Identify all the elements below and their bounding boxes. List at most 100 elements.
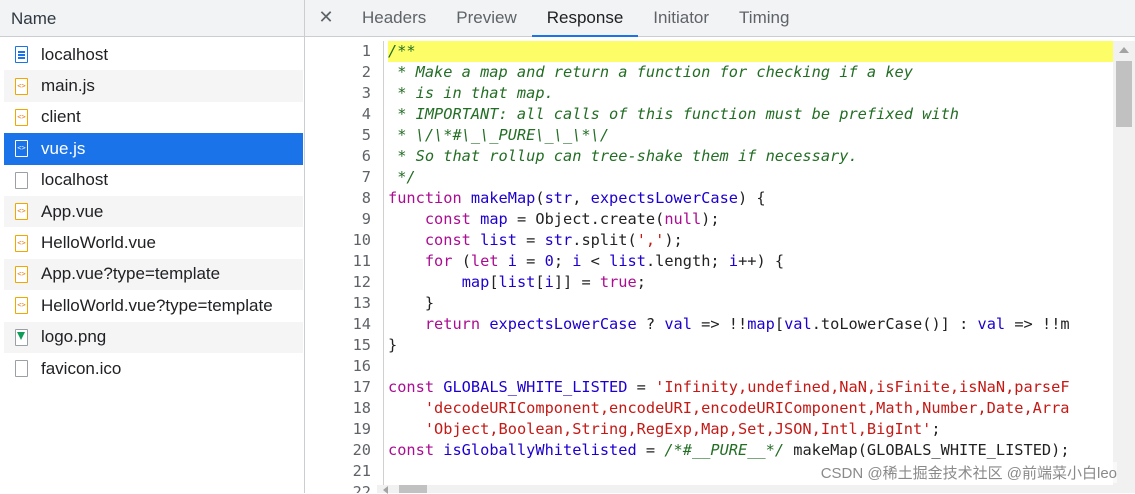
horizontal-scroll-thumb[interactable] [399,485,427,493]
gutter-divider [371,356,384,377]
gutter-divider [371,62,384,83]
request-row[interactable]: HelloWorld.vue?type=template [4,290,303,321]
code-token: str [544,189,573,207]
code-text: const isGloballyWhitelisted = /*#__PURE_… [388,440,1135,461]
code-line: 14 return expectsLowerCase ? val => !!ma… [305,314,1135,335]
code-token: const [388,378,444,396]
gutter-divider [371,251,384,272]
code-token: true [599,273,637,291]
code-line: 13 } [305,293,1135,314]
code-text: 'decodeURIComponent,encodeURI,encodeURIC… [388,398,1135,419]
vertical-scroll-thumb[interactable] [1116,61,1132,127]
line-number: 12 [352,273,371,291]
code-token: const [424,231,481,249]
request-row[interactable]: HelloWorld.vue [4,227,303,258]
image-icon [15,328,28,346]
code-token: * \/\*#\_\_PURE\_\_\*\/ [388,126,610,144]
code-line: 7 */ [305,167,1135,188]
request-row[interactable]: favicon.ico [4,353,303,384]
response-panel: ✕ Headers Preview Response Initiator Timing … [305,0,1135,494]
code-token: ',' [636,231,665,249]
close-icon[interactable]: ✕ [305,0,347,36]
code-token: /** [388,42,416,60]
code-token: const [388,441,444,459]
horizontal-scrollbar[interactable] [377,485,1113,494]
code-token: = Object.create( [507,210,665,228]
code-line: 15} [305,335,1135,356]
request-name: vue.js [41,138,86,158]
scroll-up-icon[interactable] [1119,47,1129,53]
code-token: } [388,336,398,354]
code-token: list [498,273,536,291]
line-number: 21 [352,462,371,480]
request-row[interactable]: main.js [4,70,303,102]
gutter-divider [371,125,384,146]
code-token: = [516,231,545,249]
code-token: 0 [544,252,554,270]
gutter-divider [371,272,384,293]
code-line: 10 const list = str.split(','); [305,230,1135,251]
code-token: = [627,378,656,396]
gutter-divider [371,293,384,314]
request-row[interactable]: App.vue?type=template [4,258,303,291]
code-line: 12 map[list[i]] = true; [305,272,1135,293]
code-token: null [664,210,702,228]
tab-initiator[interactable]: Initiator [638,0,724,36]
watermark: CSDN @稀土掘金技术社区 @前端菜小白leo [820,462,1117,483]
request-row[interactable]: logo.png [4,321,303,353]
code-token: * Make a map and return a function for c… [388,63,913,81]
request-row[interactable]: App.vue [4,195,303,228]
gutter-divider [371,314,384,335]
line-number: 1 [361,42,371,60]
gutter-divider [371,377,384,398]
code-token: map [461,273,490,291]
code-token: let [470,252,508,270]
code-token: ); [664,231,683,249]
line-number: 18 [352,399,371,417]
gutter-divider [371,41,384,62]
script-icon [15,265,28,283]
tab-response[interactable]: Response [531,0,639,37]
request-row[interactable]: localhost [4,165,303,196]
code-line: 6 * So that rollup can tree-shake them i… [305,146,1135,167]
tab-timing[interactable]: Timing [724,0,804,36]
file-icon [15,360,28,378]
name-column-header[interactable]: Name [0,0,304,37]
code-token: i [728,252,739,270]
code-text: map[list[i]] = true; [388,272,1135,293]
code-token: * So that rollup can tree-shake them if … [388,147,858,165]
code-token: function [388,189,471,207]
tab-preview[interactable]: Preview [441,0,531,36]
response-code-view[interactable]: 1 /** 2 * Make a map and return a function… [305,41,1135,493]
code-token: ; [636,273,646,291]
tab-headers[interactable]: Headers [347,0,441,36]
request-row[interactable]: localhost [4,39,303,70]
gutter-divider [371,209,384,230]
gutter-divider [371,335,384,356]
code-line: 17 const GLOBALS_WHITE_LISTED = 'Infinity… [305,377,1135,398]
code-token: ( [461,252,471,270]
request-name: logo.png [41,327,107,347]
code-token: ? [636,315,665,333]
vertical-scrollbar[interactable] [1113,41,1135,493]
code-token: < [581,252,610,270]
code-text: return expectsLowerCase ? val => !!map[v… [388,314,1135,335]
line-number: 14 [352,315,371,333]
code-text: const map = Object.create(null); [388,209,1135,230]
code-token: ( [535,189,545,207]
line-number: 8 [361,189,371,207]
request-name: client [41,107,81,127]
line-number: 9 [361,210,371,228]
request-row[interactable]: vue.js [4,133,303,165]
code-token: map [747,315,775,333]
request-name: main.js [41,76,95,96]
line-number: 15 [352,336,371,354]
code-token: return [424,315,490,333]
code-token: GLOBALS_WHITE_LISTED [443,378,628,396]
code-line: 4 * IMPORTANT: all calls of this functio… [305,104,1135,125]
gutter-divider [371,440,384,461]
request-row[interactable]: client [4,102,303,133]
